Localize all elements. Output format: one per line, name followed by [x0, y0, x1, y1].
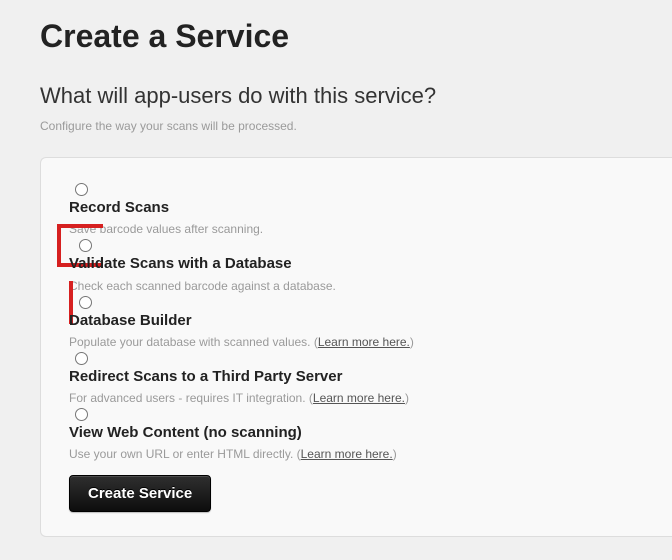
option-title: Redirect Scans to a Third Party Server [69, 367, 644, 387]
radio-view-web-content[interactable] [75, 408, 88, 421]
option-title: View Web Content (no scanning) [69, 423, 644, 443]
options-panel: Record Scans Save barcode values after s… [40, 157, 672, 537]
option-title: Validate Scans with a Database [69, 254, 644, 274]
option-title: Record Scans [69, 198, 644, 218]
option-desc: Use your own URL or enter HTML directly.… [69, 447, 644, 461]
option-record-scans[interactable]: Record Scans Save barcode values after s… [69, 174, 644, 236]
radio-database-builder[interactable] [79, 296, 92, 309]
create-service-button[interactable]: Create Service [69, 475, 211, 512]
learn-more-link[interactable]: Learn more here. [318, 335, 410, 349]
option-desc: Save barcode values after scanning. [69, 222, 644, 236]
page-hint: Configure the way your scans will be pro… [40, 119, 672, 133]
option-database-builder[interactable]: Database Builder Populate your database … [69, 287, 644, 349]
learn-more-link[interactable]: Learn more here. [301, 447, 393, 461]
option-validate-scans[interactable]: Validate Scans with a Database Check eac… [57, 224, 644, 323]
option-title: Database Builder [69, 311, 644, 331]
option-view-web-content[interactable]: View Web Content (no scanning) Use your … [69, 399, 644, 461]
radio-record-scans[interactable] [75, 183, 88, 196]
radio-redirect-scans[interactable] [75, 352, 88, 365]
option-desc: For advanced users - requires IT integra… [69, 391, 644, 405]
learn-more-link[interactable]: Learn more here. [313, 391, 405, 405]
option-desc: Populate your database with scanned valu… [69, 335, 644, 349]
option-desc: Check each scanned barcode against a dat… [69, 279, 644, 293]
option-redirect-scans[interactable]: Redirect Scans to a Third Party Server F… [69, 343, 644, 405]
page-question: What will app-users do with this service… [40, 83, 672, 109]
page-title: Create a Service [40, 18, 672, 55]
radio-validate-scans[interactable] [79, 239, 92, 252]
